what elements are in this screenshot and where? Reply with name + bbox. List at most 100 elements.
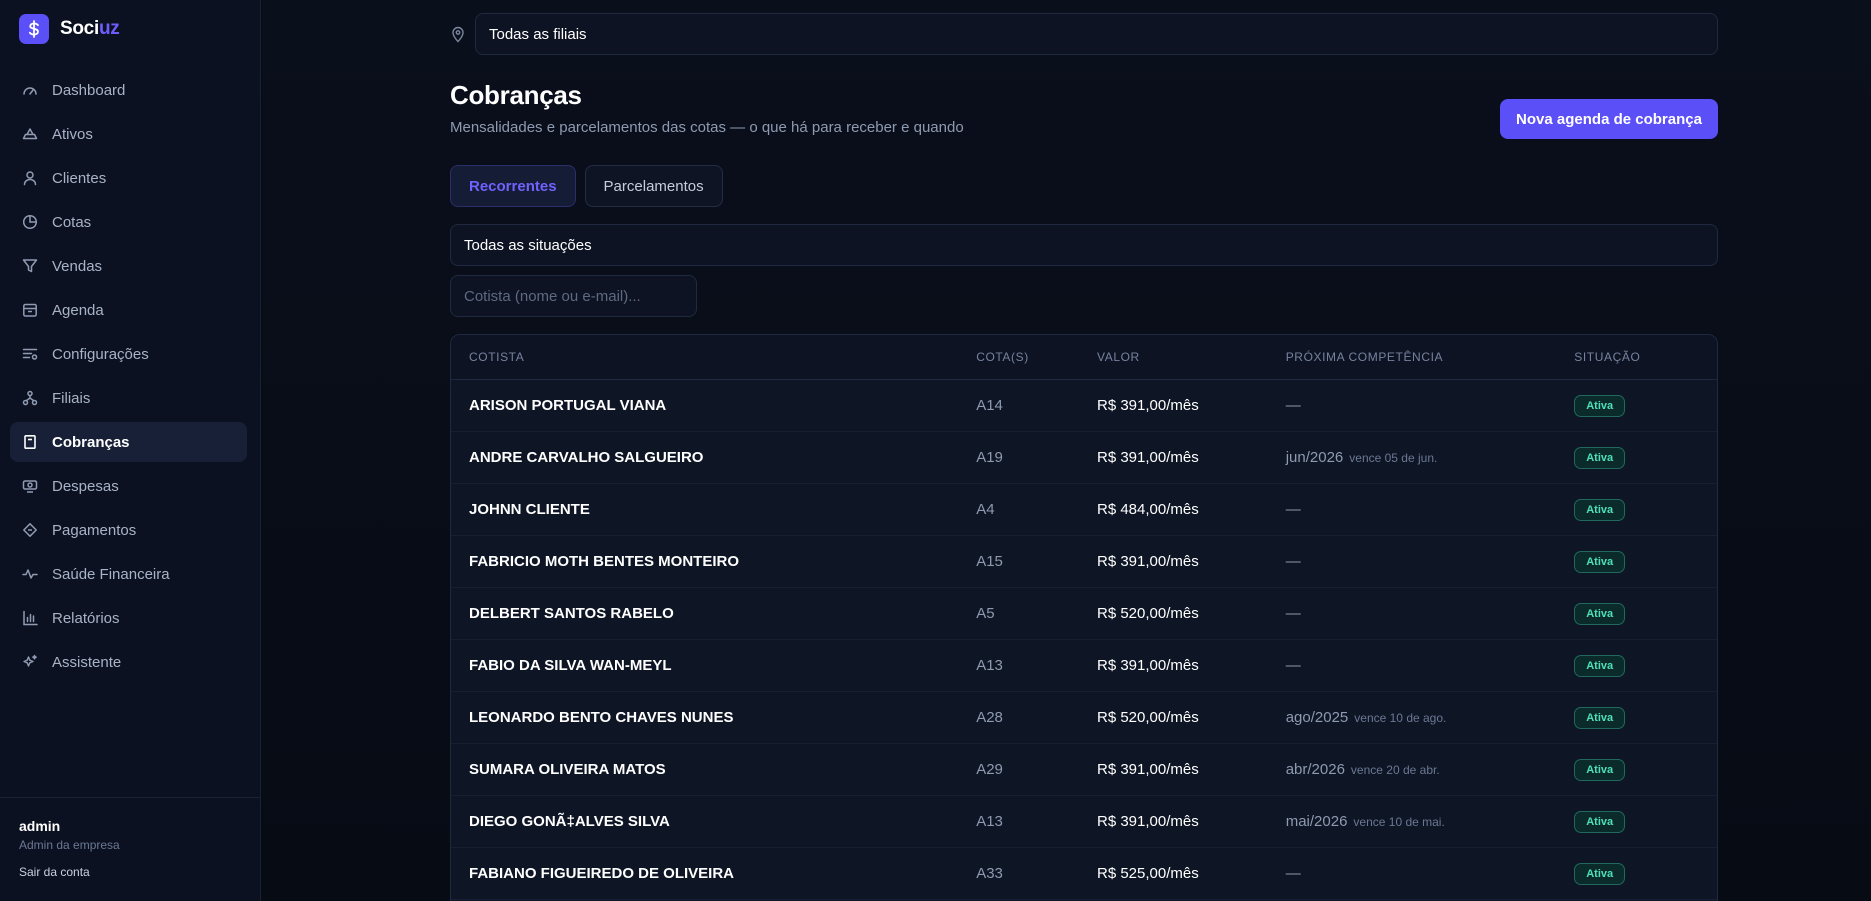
cell-cotista: ARISON PORTUGAL VIANA <box>469 397 667 414</box>
new-billing-schedule-button[interactable]: Nova agenda de cobrança <box>1500 99 1718 139</box>
cell-situacao: Ativa <box>1574 654 1717 677</box>
table-row[interactable]: DIEGO GONÃ‡ALVES SILVA A13 R$ 391,00/mês… <box>451 796 1717 848</box>
tab-recorrentes[interactable]: Recorrentes <box>450 165 576 207</box>
cell-cota: A13 <box>976 657 1003 674</box>
cell-situacao: Ativa <box>1574 394 1717 417</box>
sidebar-item-pagamentos[interactable]: Pagamentos <box>10 510 247 550</box>
sidebar-item-despesas[interactable]: Despesas <box>10 466 247 506</box>
sidebar-item-configuracoes[interactable]: Configurações <box>10 334 247 374</box>
table-row[interactable]: FABIO DA SILVA WAN-MEYL A13 R$ 391,00/mê… <box>451 640 1717 692</box>
cell-competencia: jun/2026 vence 05 de jun. <box>1286 449 1575 466</box>
competencia-month: — <box>1285 553 1301 570</box>
due-date: vence 20 de abr. <box>1350 763 1440 777</box>
cell-situacao: Ativa <box>1574 862 1717 885</box>
column-header-cotista[interactable]: COTISTA <box>451 350 976 364</box>
sidebar-item-saude-financeira[interactable]: Saúde Financeira <box>10 554 247 594</box>
sidebar-item-dashboard[interactable]: Dashboard <box>10 70 247 110</box>
cell-situacao: Ativa <box>1574 498 1717 521</box>
sidebar-item-relatorios[interactable]: Relatórios <box>10 598 247 638</box>
cell-competencia: ago/2025 vence 10 de ago. <box>1286 709 1575 726</box>
sidebar-item-label: Ativos <box>52 125 93 143</box>
sidebar-item-label: Configurações <box>52 345 149 363</box>
sidebar-item-clientes[interactable]: Clientes <box>10 158 247 198</box>
column-header-valor[interactable]: VALOR <box>1097 350 1286 364</box>
diamond-icon <box>22 522 38 538</box>
status-badge: Ativa <box>1574 758 1626 781</box>
table-row[interactable]: SUMARA OLIVEIRA MATOS A29 R$ 391,00/mês … <box>451 744 1717 796</box>
due-date: vence 10 de mai. <box>1353 815 1445 829</box>
sidebar-item-filiais[interactable]: Filiais <box>10 378 247 418</box>
cell-cotista: FABIANO FIGUEIREDO DE OLIVEIRA <box>469 865 735 882</box>
search-input[interactable] <box>450 275 697 317</box>
competencia-month: — <box>1285 501 1301 518</box>
column-header-situacao[interactable]: SITUAÇÃO <box>1574 350 1717 364</box>
cell-competencia: — <box>1286 657 1575 674</box>
tabs: Recorrentes Parcelamentos <box>450 165 723 207</box>
cell-cotista: SUMARA OLIVEIRA MATOS <box>469 761 666 778</box>
brand[interactable]: Sociuz <box>19 14 120 44</box>
cell-cota: A14 <box>976 397 1003 414</box>
column-header-proxima-competencia[interactable]: PRÓXIMA COMPETÊNCIA <box>1286 350 1575 364</box>
table-row[interactable]: FABIANO FIGUEIREDO DE OLIVEIRA A33 R$ 52… <box>451 848 1717 900</box>
sidebar-item-cotas[interactable]: Cotas <box>10 202 247 242</box>
sidebar-item-label: Agenda <box>52 301 104 319</box>
status-badge: Ativa <box>1574 602 1626 625</box>
cell-competencia: abr/2026 vence 20 de abr. <box>1286 761 1575 778</box>
competencia-month: — <box>1285 397 1301 414</box>
table-row[interactable]: DELBERT SANTOS RABELO A5 R$ 520,00/mês —… <box>451 588 1717 640</box>
sidebar-item-label: Assistente <box>52 653 122 671</box>
tab-parcelamentos[interactable]: Parcelamentos <box>584 165 723 207</box>
cell-valor: R$ 525,00/mês <box>1097 865 1199 882</box>
cell-valor: R$ 484,00/mês <box>1097 501 1199 518</box>
table-row[interactable]: FABRICIO MOTH BENTES MONTEIRO A15 R$ 391… <box>451 536 1717 588</box>
bar-chart-icon <box>22 610 38 626</box>
cell-valor: R$ 391,00/mês <box>1097 657 1199 674</box>
sidebar-item-vendas[interactable]: Vendas <box>10 246 247 286</box>
branch-filter-row: Todas as filiais <box>450 13 1718 55</box>
sidebar-item-label: Relatórios <box>52 609 120 627</box>
table-row[interactable]: JOHNN CLIENTE A4 R$ 484,00/mês — Ativa <box>451 484 1717 536</box>
cell-cota: A5 <box>976 605 995 622</box>
cell-situacao: Ativa <box>1574 446 1717 469</box>
cell-competencia: — <box>1286 397 1575 414</box>
competencia-month: abr/2026 <box>1285 761 1345 778</box>
money-icon <box>22 478 38 494</box>
competencia-month: — <box>1285 605 1301 622</box>
sidebar-item-label: Vendas <box>52 257 103 275</box>
sidebar-item-label: Cotas <box>52 213 92 231</box>
settings-list-icon <box>22 346 38 362</box>
table-row[interactable]: ANDRE CARVALHO SALGUEIRO A19 R$ 391,00/m… <box>451 432 1717 484</box>
cell-situacao: Ativa <box>1574 602 1717 625</box>
branches-icon <box>22 390 38 406</box>
table-row[interactable]: LEONARDO BENTO CHAVES NUNES A28 R$ 520,0… <box>451 692 1717 744</box>
cell-valor: R$ 391,00/mês <box>1097 813 1199 830</box>
branch-select[interactable]: Todas as filiais <box>475 13 1718 55</box>
main-area: Todas as filiais Cobranças Mensalidades … <box>262 0 1871 901</box>
column-header-cotas[interactable]: COTA(S) <box>976 350 1097 364</box>
page-subtitle: Mensalidades e parcelamentos das cotas —… <box>450 119 964 136</box>
status-select[interactable]: Todas as situações <box>450 224 1718 266</box>
sidebar-item-ativos[interactable]: Ativos <box>10 114 247 154</box>
table-row[interactable]: ARISON PORTUGAL VIANA A14 R$ 391,00/mês … <box>451 380 1717 432</box>
brand-name: Sociuz <box>60 18 120 39</box>
cell-competencia: mai/2026 vence 10 de mai. <box>1286 813 1575 830</box>
sparkle-icon <box>22 654 38 670</box>
competencia-month: mai/2026 <box>1285 813 1348 830</box>
sidebar-item-assistente[interactable]: Assistente <box>10 642 247 682</box>
logout-link[interactable]: Sair da conta <box>19 865 242 879</box>
status-badge: Ativa <box>1574 810 1626 833</box>
cell-situacao: Ativa <box>1574 550 1717 573</box>
competencia-month: — <box>1285 657 1301 674</box>
cell-cota: A19 <box>976 449 1003 466</box>
page-title: Cobranças <box>450 80 582 110</box>
sidebar-item-cobrancas[interactable]: Cobranças <box>10 422 247 462</box>
cell-cotista: FABRICIO MOTH BENTES MONTEIRO <box>469 553 739 570</box>
cell-cota: A28 <box>976 709 1003 726</box>
sidebar-footer: admin Admin da empresa Sair da conta <box>0 797 261 901</box>
cell-competencia: — <box>1286 501 1575 518</box>
competencia-month: ago/2025 <box>1285 709 1349 726</box>
status-badge: Ativa <box>1574 446 1626 469</box>
location-pin-icon <box>450 25 466 43</box>
sidebar-item-agenda[interactable]: Agenda <box>10 290 247 330</box>
sidebar: Sociuz Dashboard Ativos Clientes Cotas V… <box>0 0 261 901</box>
